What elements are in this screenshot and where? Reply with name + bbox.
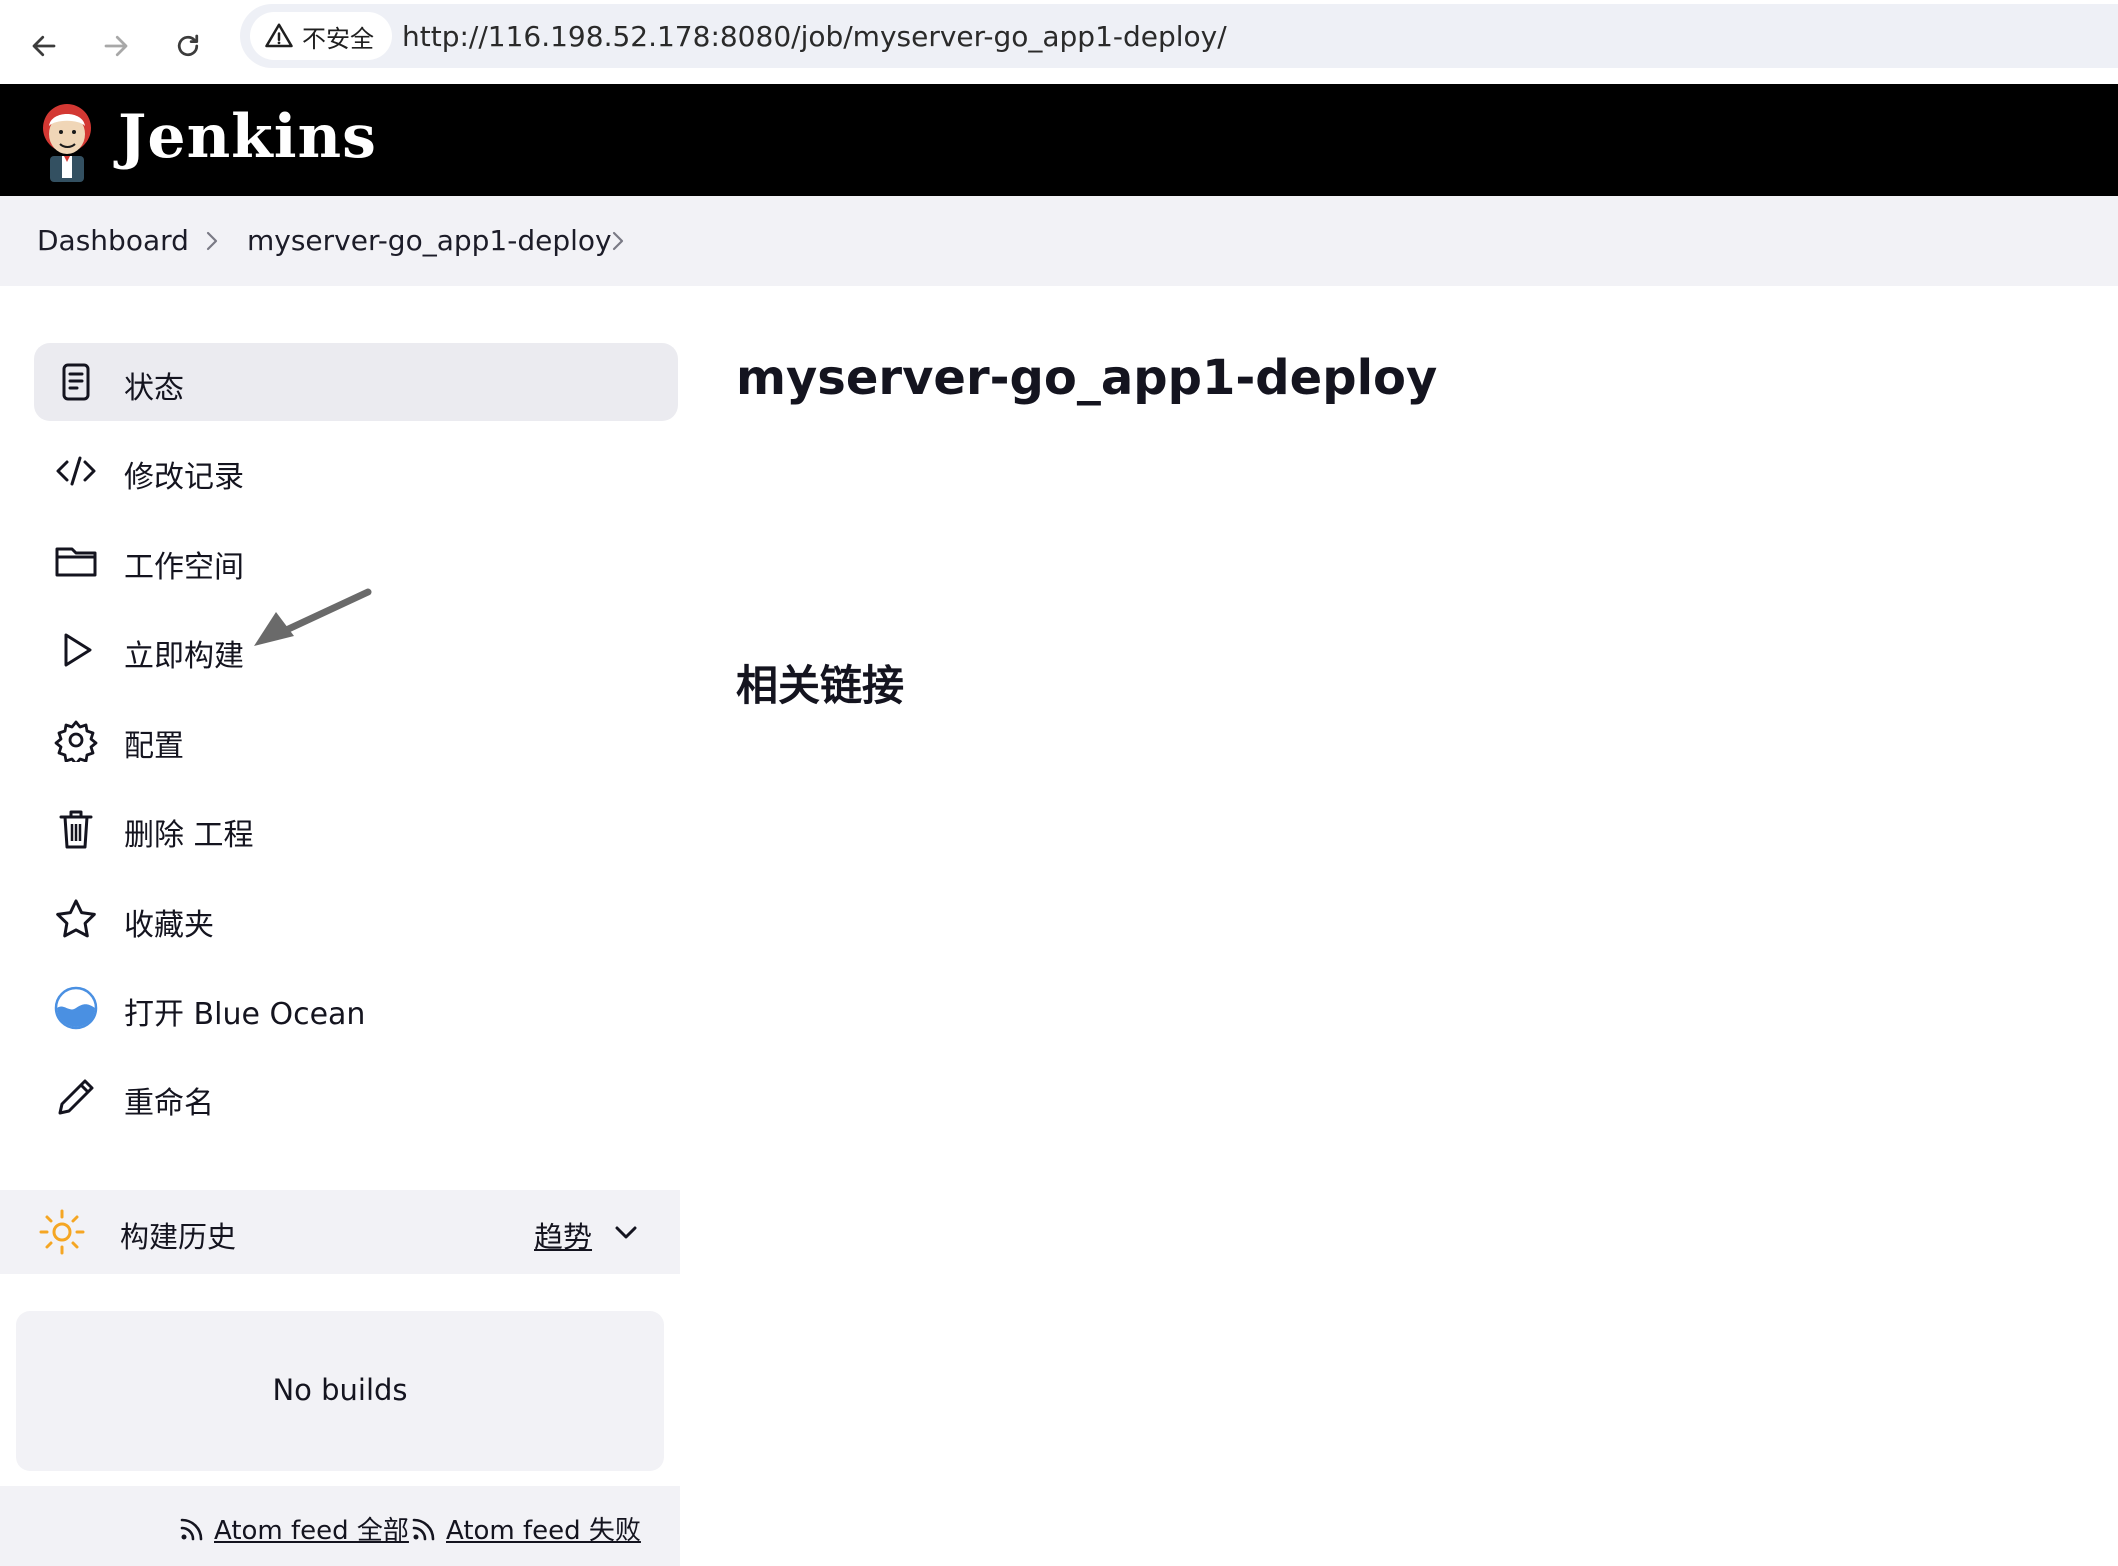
page-title: myserver-go_app1-deploy	[736, 350, 1438, 406]
trash-icon	[54, 807, 98, 851]
sidebar-item-status[interactable]: 状态	[34, 343, 678, 421]
atom-feeds: Atom feed 全部 Atom feed 失败	[0, 1486, 680, 1566]
arrow-right-icon	[104, 35, 128, 57]
trend-link[interactable]: 趋势	[534, 1214, 592, 1256]
code-icon	[54, 449, 98, 493]
atom-feed-all-link[interactable]: Atom feed 全部	[178, 1510, 409, 1547]
breadcrumb-dashboard[interactable]: Dashboard	[37, 224, 189, 257]
sidebar-item-label: 打开 Blue Ocean	[124, 997, 366, 1032]
jenkins-brand[interactable]: Jenkins	[118, 102, 377, 172]
sidebar-item-label: 立即构建	[124, 639, 244, 674]
back-button[interactable]	[12, 14, 76, 78]
chevron-right-icon[interactable]	[201, 228, 223, 254]
gear-icon	[54, 718, 98, 766]
sidebar-item-label: 重命名	[124, 1086, 214, 1121]
jenkins-header: Jenkins	[0, 84, 2118, 196]
chevron-down-icon[interactable]	[610, 1216, 642, 1248]
sidebar-item-label: 修改记录	[124, 460, 244, 495]
security-indicator[interactable]: 不安全	[250, 12, 392, 60]
build-history-header: 构建历史 趋势	[0, 1190, 680, 1274]
address-bar[interactable]: 不安全 http://116.198.52.178:8080/job/myser…	[240, 4, 2118, 68]
breadcrumb-job[interactable]: myserver-go_app1-deploy	[247, 224, 612, 257]
atom-feed-failed-link[interactable]: Atom feed 失败	[410, 1510, 641, 1547]
sidebar-item-label: 收藏夹	[124, 908, 214, 943]
annotation-arrow-icon	[254, 588, 372, 646]
sidebar-item-label: 配置	[124, 729, 184, 764]
sidebar-item-rename[interactable]: 重命名	[34, 1058, 678, 1136]
sidebar-item-label: 工作空间	[124, 550, 244, 585]
jenkins-logo-icon[interactable]	[34, 98, 100, 184]
sidebar-item-configure[interactable]: 配置	[34, 701, 678, 779]
rss-icon	[412, 1518, 435, 1540]
sidebar-item-delete[interactable]: 删除 工程	[34, 790, 678, 868]
sidebar-item-label: 状态	[124, 371, 184, 406]
reload-icon	[177, 34, 199, 57]
sun-icon	[39, 1209, 85, 1255]
arrow-left-icon	[32, 35, 56, 57]
forward-button[interactable]	[84, 14, 148, 78]
sidebar-item-changes[interactable]: 修改记录	[34, 432, 678, 510]
star-icon	[54, 897, 98, 941]
pencil-icon	[54, 1075, 98, 1119]
rss-icon	[180, 1518, 203, 1540]
reload-button[interactable]	[156, 14, 220, 78]
sidebar-item-favorite[interactable]: 收藏夹	[34, 880, 678, 958]
status-document-icon	[54, 360, 98, 404]
play-icon	[54, 628, 98, 672]
browser-toolbar: 不安全 http://116.198.52.178:8080/job/myser…	[0, 0, 2118, 84]
related-links-heading: 相关链接	[736, 661, 905, 710]
build-history-title: 构建历史	[120, 1220, 237, 1254]
chevron-right-icon[interactable]	[607, 228, 629, 254]
security-label: 不安全	[302, 24, 374, 53]
blue-ocean-icon	[54, 986, 98, 1030]
url-text[interactable]: http://116.198.52.178:8080/job/myserver-…	[402, 20, 1227, 53]
folder-icon	[54, 539, 98, 583]
no-builds-panel: No builds	[16, 1311, 664, 1471]
sidebar-item-blue-ocean[interactable]: 打开 Blue Ocean	[34, 969, 678, 1047]
breadcrumb: Dashboard myserver-go_app1-deploy	[0, 196, 2118, 286]
no-builds-text: No builds	[272, 1373, 408, 1407]
sidebar-item-label: 删除 工程	[124, 818, 254, 853]
warning-icon	[265, 23, 293, 48]
